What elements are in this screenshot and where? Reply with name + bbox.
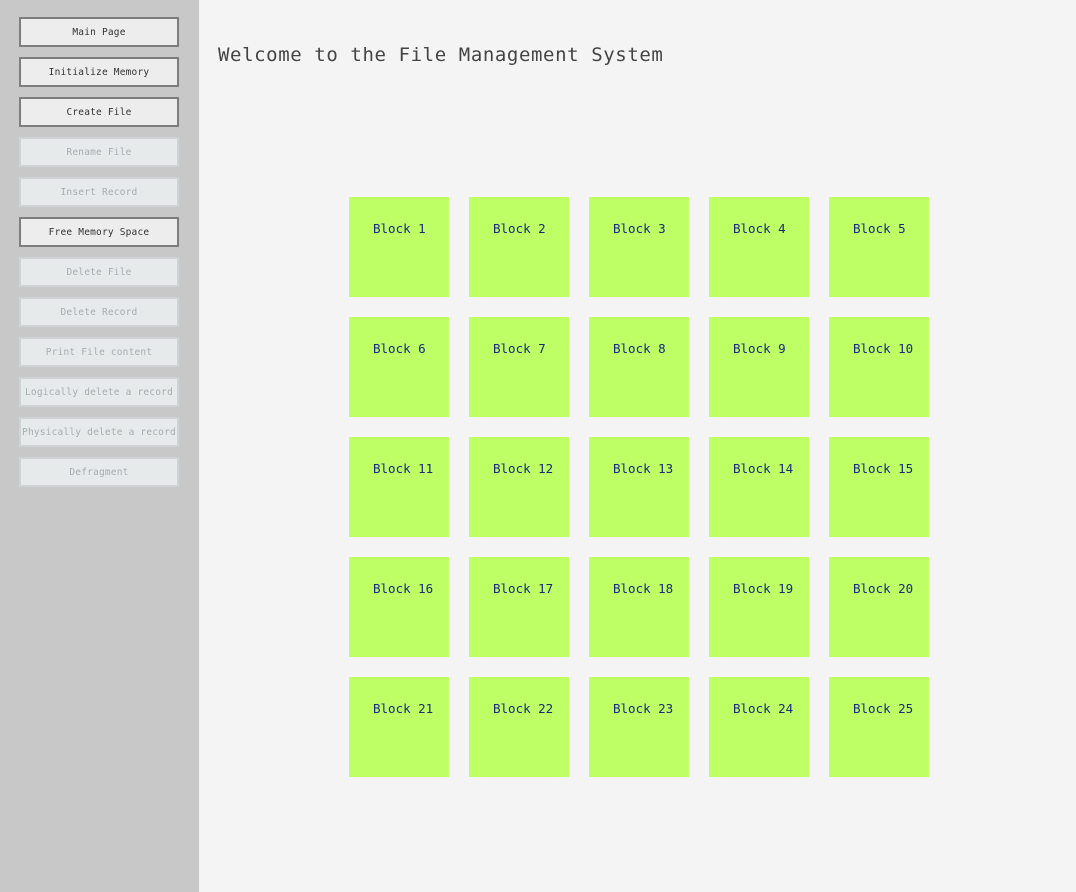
print-file-content-button[interactable]: Print File content [19,337,179,367]
block-label: Block 9 [733,341,786,356]
memory-block[interactable]: Block 16 [349,557,449,657]
delete-file-button[interactable]: Delete File [19,257,179,287]
block-label: Block 1 [373,221,426,236]
memory-block[interactable]: Block 5 [829,197,929,297]
memory-block[interactable]: Block 25 [829,677,929,777]
block-label: Block 17 [493,581,554,596]
page-title: Welcome to the File Management System [218,44,664,66]
block-label: Block 22 [493,701,554,716]
delete-record-button[interactable]: Delete Record [19,297,179,327]
memory-block[interactable]: Block 15 [829,437,929,537]
block-label: Block 13 [613,461,674,476]
block-label: Block 4 [733,221,786,236]
memory-block[interactable]: Block 6 [349,317,449,417]
free-memory-space-button[interactable]: Free Memory Space [19,217,179,247]
initialize-memory-button[interactable]: Initialize Memory [19,57,179,87]
block-label: Block 3 [613,221,666,236]
insert-record-button[interactable]: Insert Record [19,177,179,207]
memory-block[interactable]: Block 23 [589,677,689,777]
memory-block-grid: Block 1 Block 2 Block 3 Block 4 Block 5 … [349,197,929,777]
memory-block[interactable]: Block 14 [709,437,809,537]
block-label: Block 23 [613,701,674,716]
memory-block[interactable]: Block 12 [469,437,569,537]
memory-block[interactable]: Block 24 [709,677,809,777]
sidebar: Main Page Initialize Memory Create File … [0,0,199,892]
memory-block[interactable]: Block 20 [829,557,929,657]
memory-block[interactable]: Block 17 [469,557,569,657]
memory-block[interactable]: Block 18 [589,557,689,657]
memory-block[interactable]: Block 21 [349,677,449,777]
block-label: Block 7 [493,341,546,356]
physically-delete-record-button[interactable]: Physically delete a record [19,417,179,447]
block-label: Block 14 [733,461,794,476]
block-label: Block 18 [613,581,674,596]
block-label: Block 15 [853,461,914,476]
memory-block[interactable]: Block 11 [349,437,449,537]
block-label: Block 8 [613,341,666,356]
rename-file-button[interactable]: Rename File [19,137,179,167]
memory-block[interactable]: Block 8 [589,317,689,417]
block-label: Block 20 [853,581,914,596]
block-label: Block 11 [373,461,434,476]
memory-block[interactable]: Block 22 [469,677,569,777]
block-label: Block 6 [373,341,426,356]
memory-block[interactable]: Block 19 [709,557,809,657]
block-label: Block 24 [733,701,794,716]
block-label: Block 12 [493,461,554,476]
main-page-button[interactable]: Main Page [19,17,179,47]
block-label: Block 19 [733,581,794,596]
memory-block[interactable]: Block 7 [469,317,569,417]
block-label: Block 21 [373,701,434,716]
memory-block[interactable]: Block 2 [469,197,569,297]
memory-block[interactable]: Block 3 [589,197,689,297]
memory-block[interactable]: Block 10 [829,317,929,417]
block-label: Block 10 [853,341,914,356]
defragment-button[interactable]: Defragment [19,457,179,487]
block-label: Block 25 [853,701,914,716]
logically-delete-record-button[interactable]: Logically delete a record [19,377,179,407]
create-file-button[interactable]: Create File [19,97,179,127]
memory-block[interactable]: Block 13 [589,437,689,537]
memory-block[interactable]: Block 9 [709,317,809,417]
block-label: Block 2 [493,221,546,236]
block-label: Block 16 [373,581,434,596]
memory-block[interactable]: Block 4 [709,197,809,297]
block-label: Block 5 [853,221,906,236]
memory-block[interactable]: Block 1 [349,197,449,297]
